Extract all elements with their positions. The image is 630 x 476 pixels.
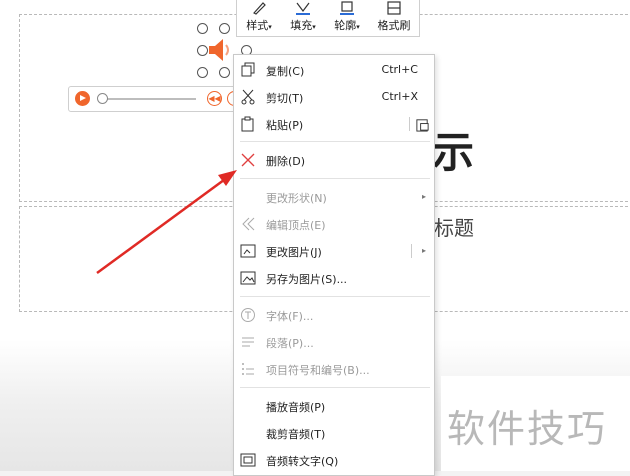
speaker-icon[interactable]: [205, 36, 235, 64]
paste-icon: [241, 116, 254, 132]
delete-icon: [241, 153, 255, 167]
subtitle-text: 标题: [434, 216, 474, 240]
outline-label: 轮廓: [334, 19, 357, 32]
menu-item-paste[interactable]: 粘贴(P): [234, 111, 434, 137]
menu-item-bullets[interactable]: 项目符号和编号(B)...: [234, 356, 434, 382]
menu-separator: [240, 387, 430, 388]
menu-separator: [240, 296, 430, 297]
selection-handle[interactable]: [197, 67, 208, 78]
menu-item-play-audio[interactable]: 播放音频(P): [234, 393, 434, 419]
audio-player: ◀◀: [68, 86, 245, 112]
progress-track[interactable]: [98, 98, 196, 100]
copy-icon: [241, 62, 255, 77]
slide-canvas: 示 标题 ◀◀ 样式▾ 填充▾ 轮廓▾ 格式刷 复制(C) Ctrl+C 剪切(…: [0, 0, 630, 476]
pen-icon: [253, 2, 266, 15]
play-button[interactable]: [75, 91, 90, 106]
fill-button[interactable]: 填充▾: [283, 0, 323, 36]
submenu-arrow-icon: ▸: [421, 192, 426, 201]
title-text: 示: [432, 128, 475, 177]
menu-item-trim-audio[interactable]: 裁剪音频(T): [234, 420, 434, 446]
menu-separator: [240, 178, 430, 179]
selection-handle[interactable]: [197, 23, 208, 34]
menu-item-delete[interactable]: 删除(D): [234, 147, 434, 173]
menu-item-font[interactable]: 字体(F)...: [234, 302, 434, 328]
menu-item-change-picture[interactable]: 更改图片(J) ▸: [234, 238, 434, 264]
context-menu: 复制(C) Ctrl+C 剪切(T) Ctrl+X 粘贴(P) 删除(D) 更改…: [233, 54, 435, 476]
menu-separator: [240, 141, 430, 142]
style-label: 样式: [246, 19, 269, 32]
submenu-arrow-icon: ▸: [421, 246, 426, 255]
style-button[interactable]: 样式▾: [239, 0, 279, 36]
paste-picture-icon[interactable]: [415, 117, 430, 132]
save-picture-icon: [240, 271, 256, 285]
format-painter-button[interactable]: 格式刷: [371, 0, 417, 36]
menu-item-copy[interactable]: 复制(C) Ctrl+C: [234, 57, 434, 83]
selection-handle[interactable]: [219, 23, 230, 34]
fill-icon: [296, 2, 310, 15]
mini-toolbar: 样式▾ 填充▾ 轮廓▾ 格式刷: [236, 0, 420, 37]
menu-item-cut[interactable]: 剪切(T) Ctrl+X: [234, 84, 434, 110]
format-painter-icon: [387, 1, 401, 15]
menu-item-audio-to-text[interactable]: 音频转文字(Q): [234, 447, 434, 473]
menu-item-change-shape[interactable]: 更改形状(N) ▸: [234, 184, 434, 210]
fill-label: 填充: [290, 19, 313, 32]
paragraph-icon: [242, 337, 254, 347]
menu-item-paragraph[interactable]: 段落(P)...: [234, 329, 434, 355]
rewind-icon[interactable]: ◀◀: [207, 91, 222, 106]
bullets-icon: [242, 363, 254, 375]
outline-icon: [340, 1, 354, 15]
watermark: 软件技巧: [447, 407, 608, 451]
outline-button[interactable]: 轮廓▾: [327, 0, 367, 36]
cut-icon: [241, 89, 255, 105]
audio-to-text-icon: [240, 453, 256, 467]
format-painter-label: 格式刷: [377, 19, 411, 32]
change-picture-icon: [240, 244, 256, 258]
font-icon: [241, 308, 255, 322]
progress-knob[interactable]: [97, 93, 108, 104]
edit-vertex-icon: [242, 217, 255, 231]
selection-handle[interactable]: [219, 67, 230, 78]
menu-item-save-as-picture[interactable]: 另存为图片(S)...: [234, 265, 434, 291]
menu-item-edit-vertex[interactable]: 编辑顶点(E): [234, 211, 434, 237]
